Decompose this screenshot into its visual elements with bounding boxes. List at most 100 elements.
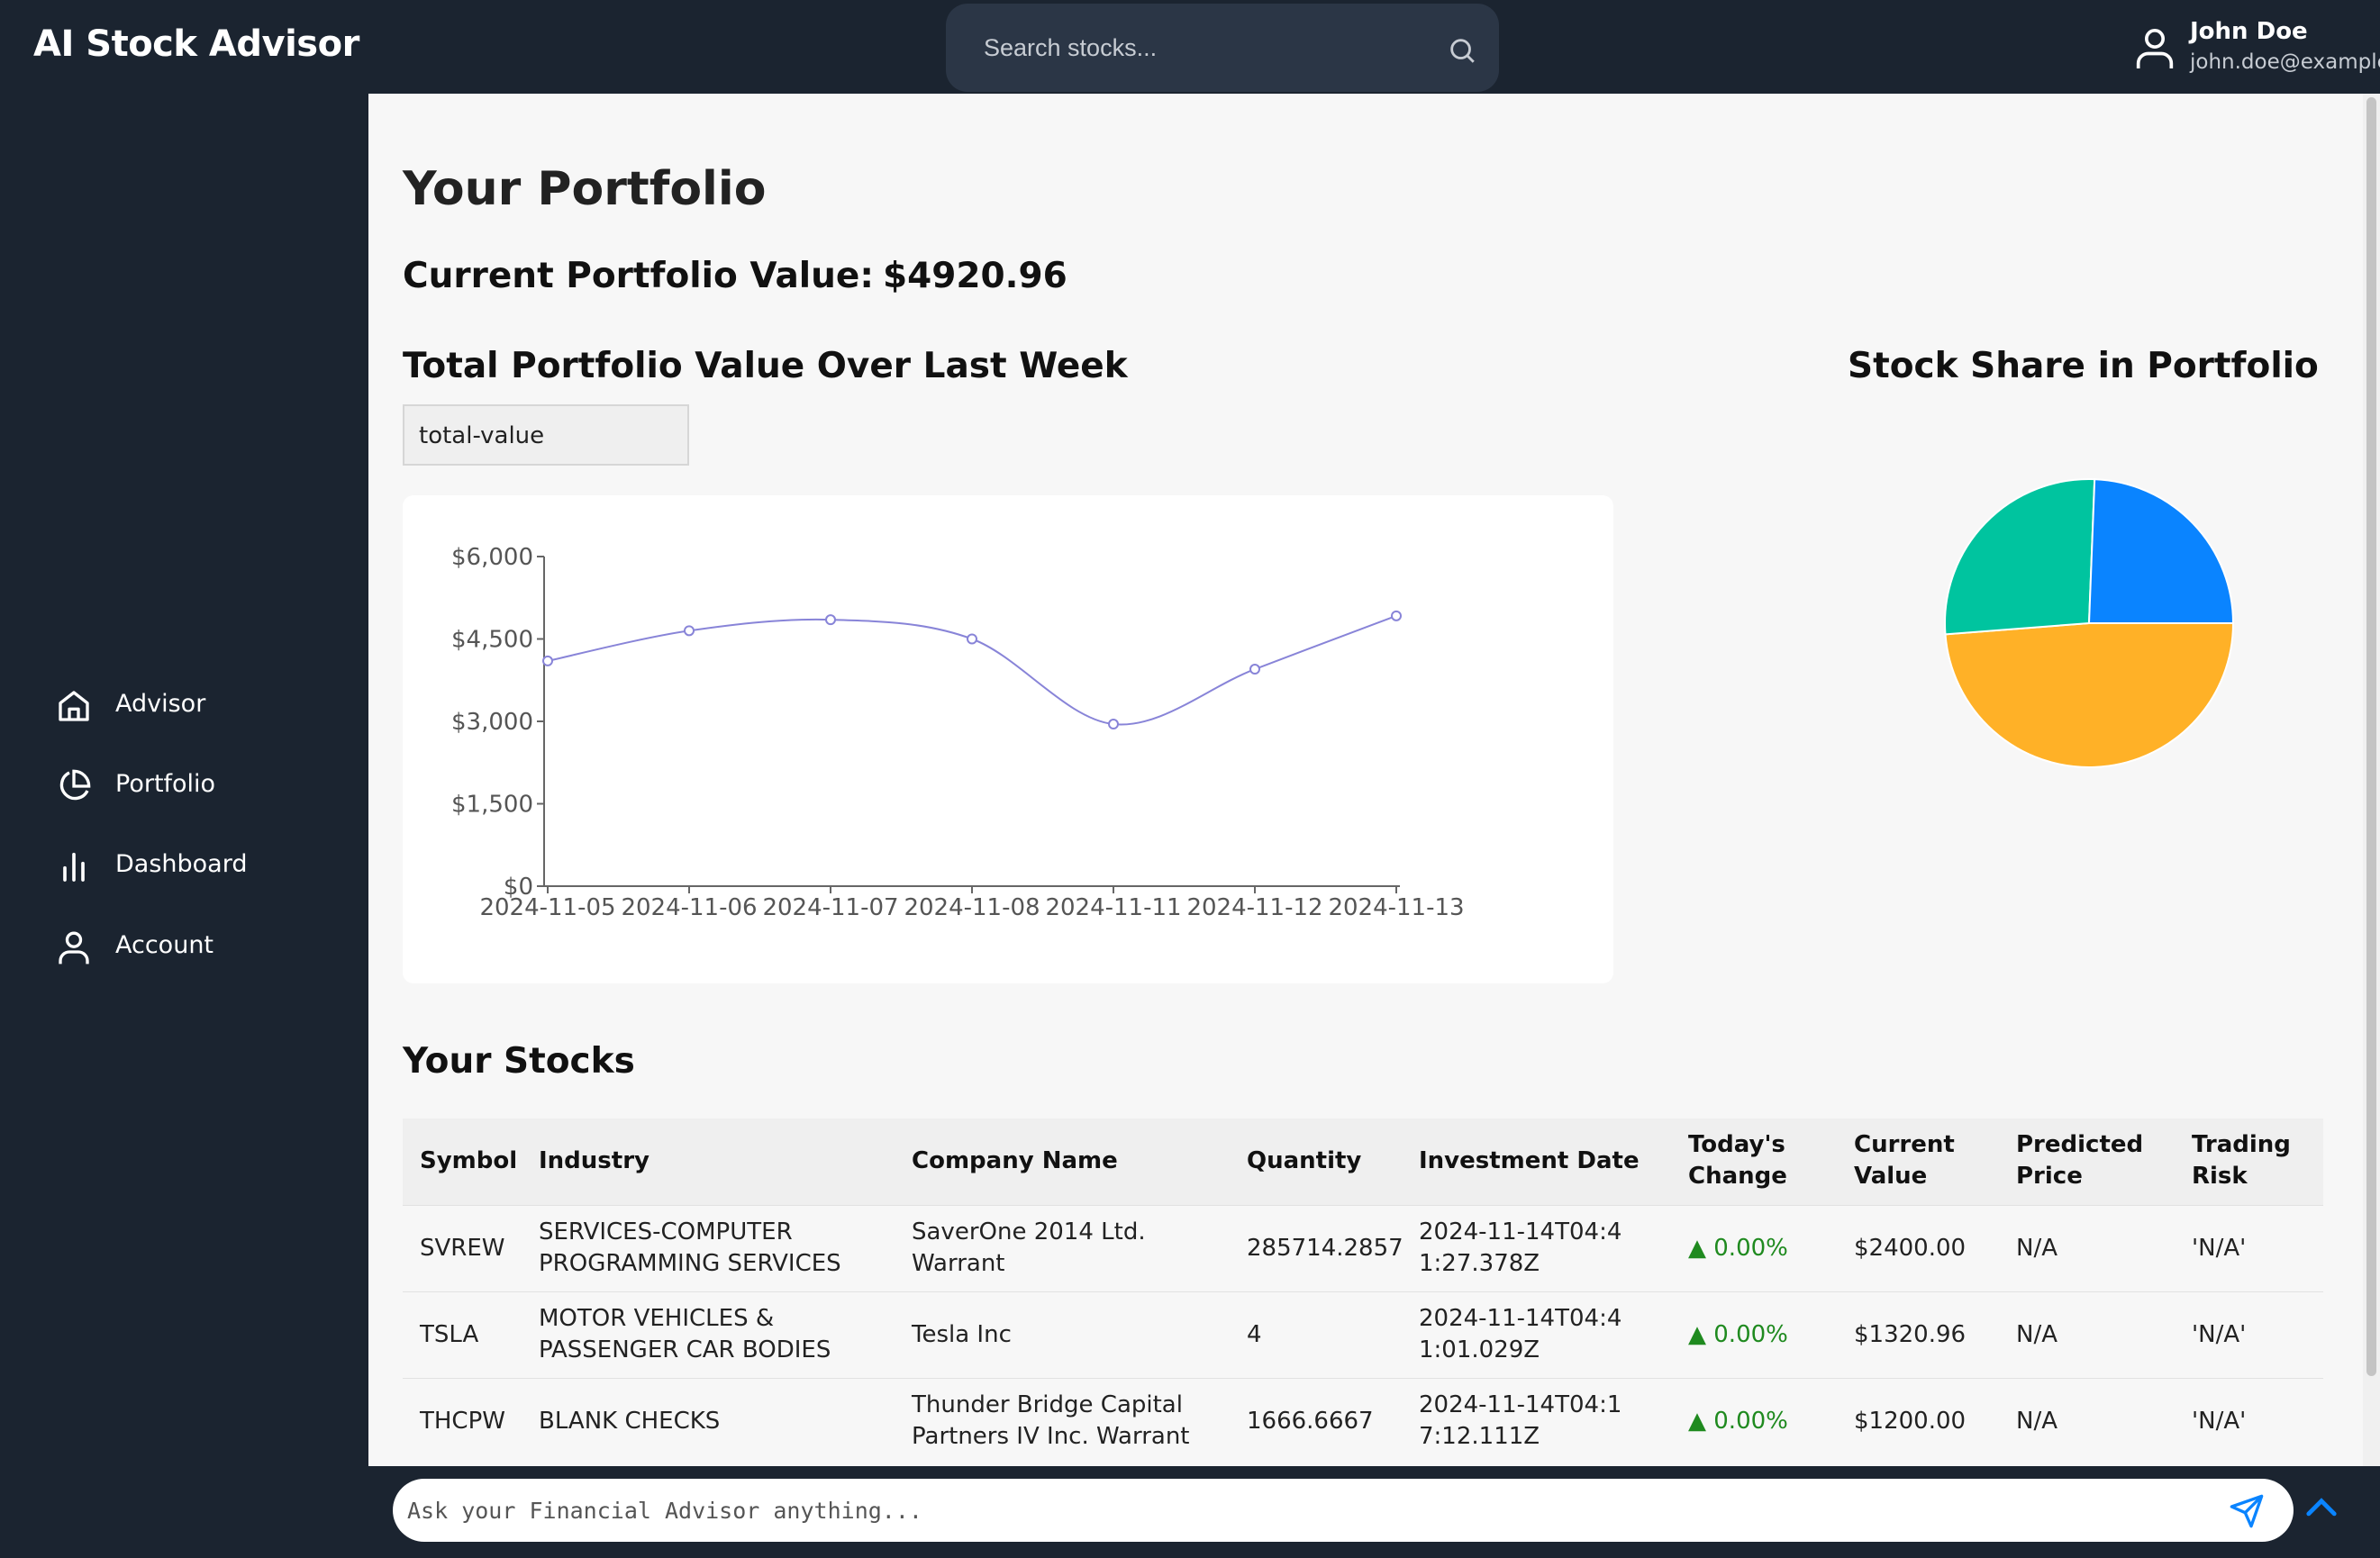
cell-quantity: 285714.2857 <box>1247 1235 1403 1262</box>
sidebar-item-label: Advisor <box>115 690 206 718</box>
sidebar-item-label: Account <box>115 931 214 959</box>
cell-company: Tesla Inc <box>912 1321 1012 1348</box>
main-scrollbar[interactable] <box>2363 94 2380 1466</box>
col-value[interactable]: Current Value <box>1854 1129 1962 1192</box>
top-bar: AI Stock Advisor Search stocks... John D… <box>0 0 2380 94</box>
pie-slice-thcpw <box>2087 478 2235 624</box>
y-tick-label: $1,500 <box>451 792 533 819</box>
cell-predicted: N/A <box>2016 1321 2058 1348</box>
cell-symbol: SVREW <box>420 1235 505 1262</box>
data-point <box>1391 610 1402 621</box>
chat-bar <box>0 1466 2380 1558</box>
data-point <box>684 625 695 637</box>
sidebar-item-label: Portfolio <box>115 770 216 798</box>
line-chart: $0$1,500$3,000$4,500$6,0002024-11-05 2024… <box>451 544 1465 921</box>
col-date[interactable]: Investment Date <box>1419 1146 1640 1177</box>
x-tick-label: 2024-11-05 <box>479 894 615 921</box>
send-icon[interactable] <box>2229 1493 2265 1529</box>
x-tick-label: 2024-11-11 <box>1045 894 1181 921</box>
cell-change: 0.00% <box>1688 1233 1788 1264</box>
cell-symbol: TSLA <box>420 1321 479 1348</box>
series-line <box>547 614 1397 726</box>
cell-company: Thunder Bridge Capital Partners IV Inc. … <box>912 1391 1190 1450</box>
user-avatar-icon[interactable] <box>2135 27 2175 70</box>
pie-slice-svrew <box>1944 622 2235 768</box>
data-point <box>1108 719 1119 730</box>
col-risk[interactable]: Trading Risk <box>2192 1129 2300 1192</box>
portfolio-value-label: Current Portfolio Value: <box>403 256 874 296</box>
cell-quantity: 1666.6667 <box>1247 1408 1374 1435</box>
cell-change: 0.00% <box>1688 1319 1788 1351</box>
metric-select-value: total-value <box>419 422 545 449</box>
line-chart-card: $0 $1,500 $3,000 $4,500 $6,000 2024-11-05 2024… <box>403 495 1613 983</box>
sidebar: Advisor Portfolio Dashboard Account <box>0 94 368 1558</box>
y-tick-label: $6,000 <box>451 544 533 571</box>
pie-chart-icon <box>59 769 91 801</box>
user-name: John Doe <box>2190 18 2308 45</box>
cell-industry: SERVICES-COMPUTER PROGRAMMING SERVICES <box>539 1218 841 1277</box>
table-row[interactable]: TSLA MOTOR VEHICLES & PASSENGER CAR BODI… <box>403 1291 2323 1379</box>
col-company[interactable]: Company Name <box>912 1146 1118 1177</box>
cell-date: 2024-11-14T04:17:12.111Z <box>1419 1391 1622 1450</box>
table-header: Symbol Industry Company Name Quantity In… <box>403 1119 2323 1205</box>
x-tick-label: 2024-11-12 <box>1186 894 1322 921</box>
scrollbar-thumb[interactable] <box>2366 97 2376 1376</box>
sidebar-item-advisor[interactable]: Advisor <box>56 683 344 728</box>
cell-date: 2024-11-14T04:41:27.378Z <box>1419 1218 1622 1277</box>
cell-company: SaverOne 2014 Ltd. Warrant <box>912 1218 1146 1277</box>
cell-value: $1320.96 <box>1854 1321 1967 1348</box>
cell-predicted: N/A <box>2016 1408 2058 1435</box>
x-tick-label: 2024-11-06 <box>621 894 757 921</box>
pie-chart <box>1944 478 2235 768</box>
sidebar-item-account[interactable]: Account <box>56 924 344 969</box>
main-content: Your Portfolio Current Portfolio Value: $… <box>368 94 2380 1466</box>
col-quantity[interactable]: Quantity <box>1247 1146 1361 1177</box>
cell-industry: MOTOR VEHICLES & PASSENGER CAR BODIES <box>539 1305 831 1363</box>
chevron-up-icon[interactable] <box>2304 1493 2339 1520</box>
data-point <box>825 614 836 626</box>
table-row[interactable]: THCPW BLANK CHECKS Thunder Bridge Capita… <box>403 1378 2323 1465</box>
x-tick-label: 2024-11-08 <box>904 894 1040 921</box>
sidebar-item-label: Dashboard <box>115 850 248 878</box>
sidebar-item-dashboard[interactable]: Dashboard <box>56 843 344 888</box>
cell-predicted: N/A <box>2016 1235 2058 1262</box>
user-icon <box>59 931 89 965</box>
table-row[interactable]: SVREW SERVICES-COMPUTER PROGRAMMING SERV… <box>403 1205 2323 1292</box>
pie-chart-card <box>1936 472 2242 778</box>
cell-value: $1200.00 <box>1854 1408 1967 1435</box>
col-symbol[interactable]: Symbol <box>420 1146 517 1177</box>
metric-select[interactable]: total-value <box>403 404 689 466</box>
user-email: john.doe@example.com <box>2190 50 2380 74</box>
pie-chart-title: Stock Share in Portfolio <box>1848 346 2319 386</box>
cell-risk: 'N/A' <box>2192 1321 2247 1348</box>
portfolio-value-amount: $4920.96 <box>882 256 1067 296</box>
x-tick-label: 2024-11-13 <box>1328 894 1464 921</box>
home-icon <box>59 691 89 721</box>
search-input[interactable]: Search stocks... <box>984 34 1157 62</box>
data-point <box>542 655 553 666</box>
cell-risk: 'N/A' <box>2192 1408 2247 1435</box>
cell-change: 0.00% <box>1688 1406 1788 1437</box>
x-tick-label: 2024-11-07 <box>762 894 898 921</box>
sidebar-item-portfolio[interactable]: Portfolio <box>56 763 344 808</box>
col-change[interactable]: Today's Change <box>1688 1129 1796 1192</box>
app-title[interactable]: AI Stock Advisor <box>33 23 359 65</box>
cell-industry: BLANK CHECKS <box>539 1408 721 1435</box>
col-industry[interactable]: Industry <box>539 1146 650 1177</box>
data-point <box>1249 664 1260 675</box>
search-icon[interactable] <box>1447 35 1477 66</box>
y-tick-label: $4,500 <box>451 627 533 654</box>
cell-symbol: THCPW <box>420 1408 505 1435</box>
cell-quantity: 4 <box>1247 1321 1262 1348</box>
portfolio-value: Current Portfolio Value: $4920.96 <box>403 256 1067 296</box>
bar-chart-icon <box>63 852 85 882</box>
pie-slice-tsla <box>1944 478 2096 636</box>
data-point <box>967 633 977 645</box>
cell-value: $2400.00 <box>1854 1235 1967 1262</box>
col-predicted[interactable]: Predicted Price <box>2016 1129 2143 1192</box>
stocks-title: Your Stocks <box>403 1041 635 1082</box>
chat-input[interactable] <box>393 1479 2294 1542</box>
cell-risk: 'N/A' <box>2192 1235 2247 1262</box>
page-title: Your Portfolio <box>403 162 767 216</box>
search-bar[interactable]: Search stocks... <box>946 4 1499 92</box>
